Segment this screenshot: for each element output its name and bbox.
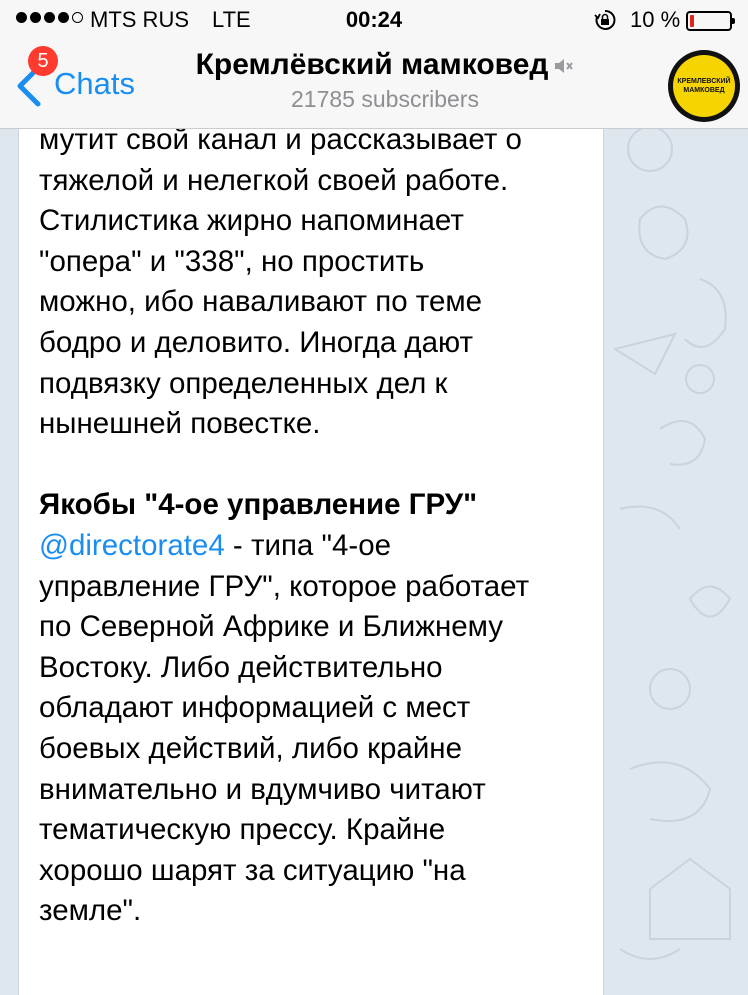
message-line: обладают информацией с мест	[39, 691, 471, 725]
subscriber-count: 21785 subscribers	[291, 86, 479, 112]
back-label: Chats	[54, 66, 135, 101]
message-line: земле".	[39, 894, 142, 928]
chat-area[interactable]: мутит свой канал и рассказывает о тяжело…	[0, 129, 748, 995]
muted-speaker-icon	[555, 59, 574, 74]
message-line: боевых действий, либо крайне	[39, 731, 462, 765]
channel-mention-link[interactable]: @directorate4	[39, 529, 225, 562]
status-bar: MTS RUS LTE 00:24 10 %	[0, 0, 748, 40]
message-line: нынешней повестке.	[39, 407, 321, 441]
message-line: можно, ибо наваливают по теме	[39, 285, 483, 319]
avatar-logo: КРЕМЛЕВСКИЙ МАМКОВЕД	[673, 55, 735, 117]
message-line: тематическую прессу. Крайне	[39, 813, 446, 847]
channel-name: Кремлёвский мамковед	[195, 48, 549, 81]
message-line: внимательно и вдумчиво читают	[39, 772, 486, 806]
message-line: мутит свой канал и рассказывает о	[39, 129, 522, 156]
message-line: "опера" и "338", но простить	[39, 244, 425, 278]
message-text: мутит свой канал и рассказывает о тяжело…	[39, 129, 594, 932]
channel-avatar[interactable]: КРЕМЛЕВСКИЙ МАМКОВЕД	[668, 50, 740, 122]
avatar-text-2: МАМКОВЕД	[683, 87, 725, 94]
message-line: Востоку. Либо действительно	[39, 650, 443, 684]
message-heading: Якобы "4-ое управление ГРУ"	[39, 488, 478, 522]
rotation-lock-icon	[594, 9, 616, 30]
channel-title: Кремлёвский мамковед	[160, 48, 610, 82]
message-line: тяжелой и нелегкой своей работе.	[39, 163, 509, 197]
message-line: управление ГРУ", которое работает	[39, 569, 530, 603]
message-line: бодро и деловито. Иногда дают	[39, 325, 474, 359]
mention-tail: - типа "4-ое	[224, 528, 392, 562]
unread-badge: 5	[28, 46, 58, 76]
battery-icon	[686, 11, 735, 31]
battery-percent: 10 %	[630, 7, 681, 32]
message-line: Стилистика жирно напоминает	[39, 204, 464, 238]
avatar-text-1: КРЕМЛЕВСКИЙ	[677, 78, 731, 85]
message-line: по Северной Африке и Ближнему	[39, 610, 504, 644]
message-line: подвязку определенных дел к	[39, 366, 448, 400]
message-line: @directorate4 - типа "4-ое	[39, 526, 594, 567]
message-bubble[interactable]: мутит свой канал и рассказывает о тяжело…	[18, 129, 604, 995]
message-line: хорошо шарят за ситуацию "на	[39, 853, 466, 887]
channel-header[interactable]: Кремлёвский мамковед 21785 subscribers	[160, 48, 610, 113]
top-bar: MTS RUS LTE 00:24 10 % Chats 5 Кремлёвск…	[0, 0, 748, 129]
